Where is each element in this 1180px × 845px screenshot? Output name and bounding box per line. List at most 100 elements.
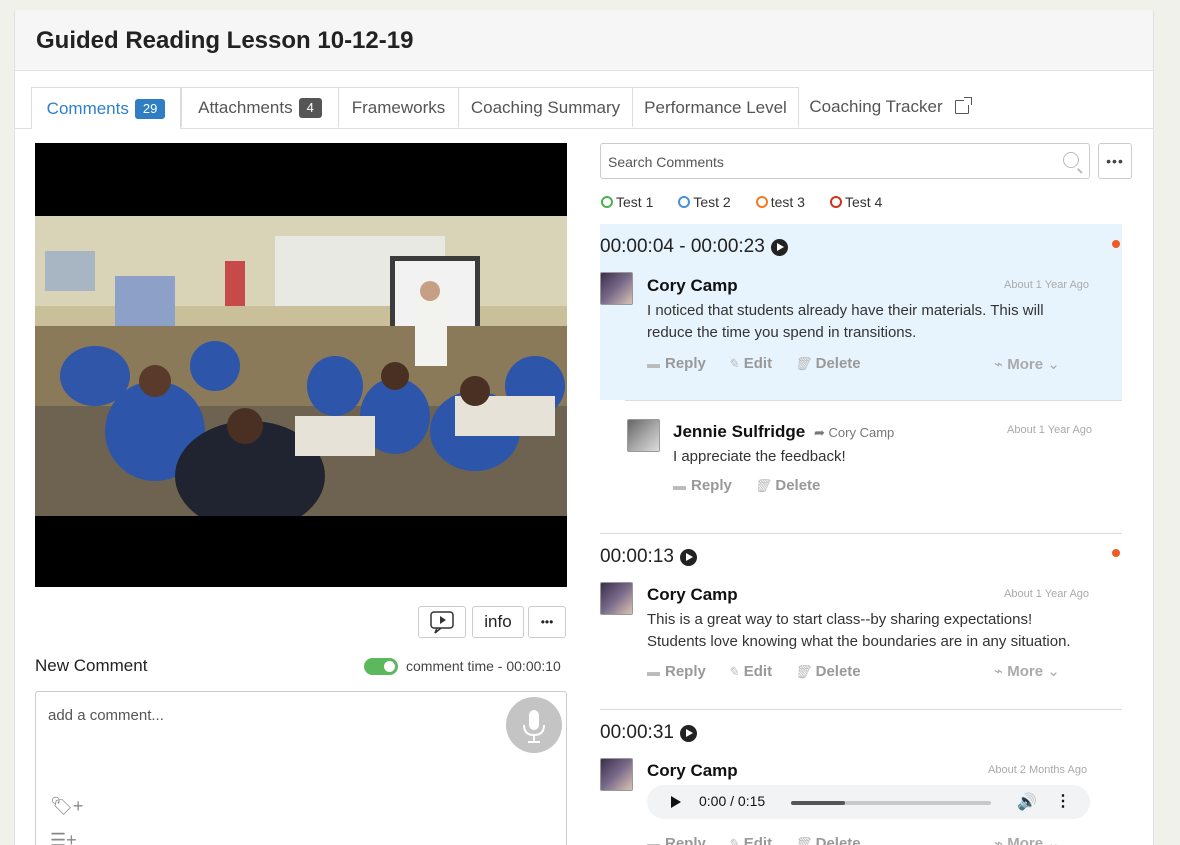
legend-item-test-4[interactable]: Test 4: [829, 194, 883, 210]
comment-age: About 1 Year Ago: [1004, 279, 1090, 291]
timestamp-text: 00:00:31: [600, 722, 674, 743]
video-comment-button[interactable]: [418, 606, 466, 638]
comments-more-label: •••: [1106, 153, 1124, 169]
reply-icon: ▬: [673, 478, 686, 493]
trash-icon: 🗑: [753, 477, 771, 493]
reply-card: Jennie Sulfridge ➦ Cory Camp About 1 Yea…: [600, 400, 1122, 523]
edit-button[interactable]: ✎ Edit: [728, 663, 772, 680]
tab-frameworks-label: Frameworks: [351, 97, 446, 117]
play-icon[interactable]: [679, 548, 697, 566]
volume-icon[interactable]: 🔊: [1017, 792, 1037, 812]
reply-button[interactable]: ▬ Reply: [647, 355, 706, 372]
attachments-count-badge: 4: [298, 97, 322, 118]
legend-item-test-2[interactable]: Test 2: [678, 194, 731, 210]
tab-bar: Comments 29 Attachments 4 Frameworks Coa…: [31, 87, 1153, 129]
edit-button[interactable]: ✎ Edit: [728, 835, 772, 845]
more-label: More: [1007, 356, 1044, 373]
add-tag-icon[interactable]: 🏷+: [50, 796, 83, 817]
info-button[interactable]: info: [472, 606, 524, 638]
delete-button[interactable]: 🗑 Delete: [794, 835, 861, 845]
tab-coaching-summary[interactable]: Coaching Summary: [458, 87, 633, 127]
reply-button[interactable]: ▬ Reply: [647, 663, 706, 680]
reply-button[interactable]: ▬ Reply: [673, 477, 732, 494]
edit-label: Edit: [743, 355, 773, 372]
tab-comments[interactable]: Comments 29: [31, 87, 181, 129]
more-label: More: [1007, 663, 1044, 680]
player-more-label: •••: [540, 615, 554, 629]
tab-frameworks[interactable]: Frameworks: [338, 87, 459, 127]
audio-menu-icon[interactable]: ⋮: [1055, 791, 1071, 811]
comment-card: 00:00:04 - 00:00:23 Cory Camp About 1 Ye…: [600, 224, 1122, 400]
legend-item-test-1[interactable]: Test 1: [601, 194, 653, 210]
reply-label: Reply: [665, 835, 706, 845]
lesson-panel: Guided Reading Lesson 10-12-19 Comments …: [14, 10, 1154, 845]
comments-more-button[interactable]: •••: [1098, 143, 1132, 179]
tab-coaching-summary-label: Coaching Summary: [470, 97, 621, 117]
chevron-down-icon: ⌄: [1047, 835, 1060, 845]
link-icon: ⌁: [994, 663, 1004, 680]
tab-performance-level[interactable]: Performance Level: [632, 87, 799, 127]
more-menu[interactable]: ⌁ More ⌄: [994, 355, 1060, 373]
comment-author: Cory Camp: [647, 276, 738, 295]
new-comment-input[interactable]: add a comment... 🏷+ ☰+: [35, 691, 567, 845]
avatar: [600, 582, 633, 615]
delete-label: Delete: [815, 835, 861, 845]
comment-timestamp[interactable]: 00:00:13: [600, 546, 697, 568]
comment-card: 00:00:31 Cory Camp About 2 Months Ago 0:…: [600, 710, 1122, 845]
microphone-button[interactable]: [506, 697, 562, 753]
delete-button[interactable]: 🗑 Delete: [794, 663, 861, 680]
reply-label: Reply: [665, 355, 706, 372]
audio-progress-bar[interactable]: [791, 801, 991, 805]
timestamp-text: 00:00:04 - 00:00:23: [600, 236, 765, 257]
avatar: [627, 419, 660, 452]
tab-coaching-tracker-label: Coaching Tracker: [809, 97, 943, 116]
delete-button[interactable]: 🗑 Delete: [794, 355, 861, 372]
tab-coaching-tracker[interactable]: Coaching Tracker: [799, 87, 979, 127]
more-menu[interactable]: ⌁ More ⌄: [994, 834, 1060, 845]
comment-time-toggle[interactable]: [364, 658, 398, 675]
comment-time-label: comment time - 00:00:10: [406, 658, 561, 674]
marker-dot: [1112, 240, 1120, 248]
play-icon[interactable]: [679, 724, 697, 742]
tab-performance-level-label: Performance Level: [644, 97, 787, 117]
video-player[interactable]: [35, 143, 567, 587]
delete-label: Delete: [815, 355, 861, 372]
reply-icon: ▬: [647, 356, 660, 371]
legend-item-test-3[interactable]: test 3: [755, 194, 805, 210]
more-menu[interactable]: ⌁ More ⌄: [994, 662, 1060, 680]
search-comments-input[interactable]: Search Comments: [600, 143, 1090, 179]
tab-attachments[interactable]: Attachments 4: [181, 87, 339, 127]
play-icon[interactable]: [770, 238, 788, 256]
comment-actions: ▬ Reply ✎ Edit 🗑 Delete: [647, 663, 861, 680]
reply-divider: [625, 400, 1122, 401]
reply-button[interactable]: ▬ Reply: [647, 835, 706, 845]
tab-comments-label: Comments: [46, 98, 129, 118]
player-more-button[interactable]: •••: [528, 606, 566, 638]
legend-label: Test 1: [616, 194, 654, 210]
link-icon: ⌁: [994, 835, 1004, 845]
page-title: Guided Reading Lesson 10-12-19: [36, 27, 414, 54]
comment-actions: ▬ Reply ✎ Edit 🗑 Delete: [647, 835, 861, 845]
search-icon: [1063, 152, 1079, 168]
microphone-icon: [523, 710, 545, 743]
reply-author-name: Jennie Sulfridge: [673, 422, 806, 441]
audio-play-icon[interactable]: [671, 796, 681, 808]
comment-actions: ▬ Reply ✎ Edit 🗑 Delete: [647, 355, 861, 372]
edit-label: Edit: [743, 663, 773, 680]
legend-label: Test 4: [844, 194, 883, 210]
audio-time: 0:00 / 0:15: [699, 793, 766, 809]
legend-label: test 3: [770, 194, 805, 210]
comment-author: Cory Camp: [647, 585, 738, 604]
trash-icon: 🗑: [794, 835, 811, 845]
add-list-icon[interactable]: ☰+: [50, 830, 77, 845]
link-icon: ⌁: [994, 356, 1004, 373]
delete-button[interactable]: 🗑 Delete: [754, 477, 821, 494]
timestamp-text: 00:00:13: [600, 546, 674, 567]
page-header: Guided Reading Lesson 10-12-19: [15, 10, 1153, 71]
edit-button[interactable]: ✎ Edit: [728, 355, 772, 372]
comment-timestamp[interactable]: 00:00:04 - 00:00:23: [600, 236, 788, 258]
reply-icon: ▬: [647, 664, 660, 679]
reply-age: About 1 Year Ago: [1007, 424, 1093, 436]
comment-timestamp[interactable]: 00:00:31: [600, 722, 697, 744]
reply-author: Jennie Sulfridge ➦ Cory Camp: [673, 422, 894, 442]
